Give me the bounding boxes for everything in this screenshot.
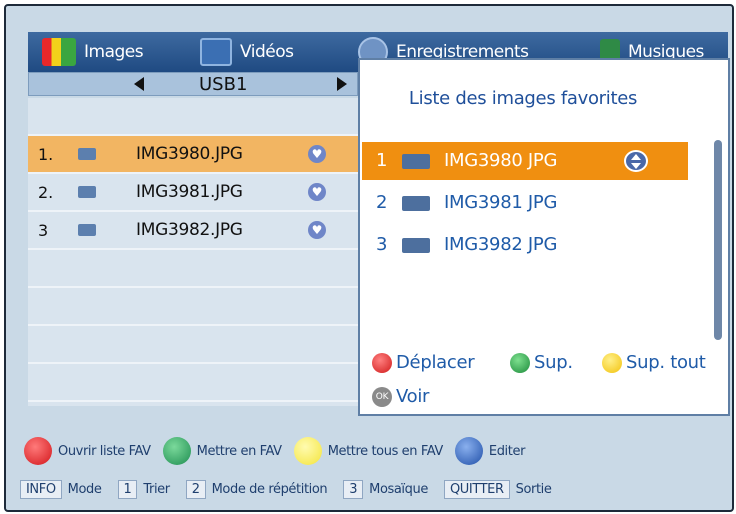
key-3: 3 xyxy=(343,479,364,499)
view-label: Voir xyxy=(396,386,430,407)
file-row-empty xyxy=(28,98,358,136)
key-info-label: Mode xyxy=(67,481,102,497)
tab-videos-label: Vidéos xyxy=(240,42,294,62)
legend-red-label: Ouvrir liste FAV xyxy=(58,443,151,459)
source-selector[interactable]: USB1 xyxy=(28,72,358,96)
move-updown-icon xyxy=(624,150,648,172)
file-row-empty xyxy=(28,250,358,288)
file-name: IMG3982.JPG xyxy=(136,220,243,240)
favorite-name: IMG3981 JPG xyxy=(444,192,558,213)
file-row-empty xyxy=(28,288,358,326)
tab-images-label: Images xyxy=(84,42,144,62)
favorite-name: IMG3980 JPG xyxy=(444,150,558,171)
color-key-legend: Ouvrir liste FAV Mettre en FAV Mettre to… xyxy=(20,434,732,468)
folder-icon xyxy=(402,154,430,169)
favorite-item[interactable]: 1 IMG3980 JPG xyxy=(362,142,688,180)
favorite-heart-icon: ♥ xyxy=(308,145,326,163)
favorite-heart-icon: ♥ xyxy=(308,221,326,239)
file-name: IMG3981.JPG xyxy=(136,182,243,202)
file-row[interactable]: 2. IMG3981.JPG ♥ xyxy=(28,174,358,212)
popup-title: Liste des images favorites xyxy=(408,88,638,109)
delete-all-action[interactable]: Sup. tout xyxy=(602,352,706,373)
file-number: 2. xyxy=(38,183,54,202)
key-info: INFO xyxy=(20,479,62,499)
move-label: Déplacer xyxy=(396,352,475,373)
folder-icon xyxy=(78,148,96,160)
favorites-popup: Liste des images favorites 1 IMG3980 JPG… xyxy=(358,58,730,416)
red-button-icon xyxy=(24,437,52,465)
ok-button-icon: OK xyxy=(372,386,392,407)
view-action[interactable]: OK Voir xyxy=(372,386,429,407)
tab-videos[interactable]: Vidéos xyxy=(200,32,294,72)
delete-label: Sup. xyxy=(534,352,573,373)
green-button-icon xyxy=(510,352,530,373)
file-name: IMG3980.JPG xyxy=(136,144,243,164)
yellow-button-icon xyxy=(602,352,622,373)
favorite-heart-icon: ♥ xyxy=(308,183,326,201)
folder-icon xyxy=(78,224,96,236)
key-2-label: Mode de répétition xyxy=(211,481,328,497)
remote-key-legend: INFO Mode 1 Trier 2 Mode de répétition 3… xyxy=(20,476,732,502)
file-number: 3 xyxy=(38,221,49,240)
file-row[interactable]: 3 IMG3982.JPG ♥ xyxy=(28,212,358,250)
favorite-item[interactable]: 3 IMG3982 JPG xyxy=(362,226,688,264)
delete-all-label: Sup. tout xyxy=(626,352,706,373)
legend-blue-label: Editer xyxy=(488,443,526,459)
arrow-left-icon[interactable] xyxy=(134,77,144,91)
videos-icon xyxy=(200,38,232,66)
images-icon xyxy=(42,38,76,66)
popup-scrollbar[interactable] xyxy=(714,140,722,340)
source-label: USB1 xyxy=(199,74,248,95)
folder-icon xyxy=(78,186,96,198)
key-quit-label: Sortie xyxy=(515,481,552,497)
key-1: 1 xyxy=(117,479,138,499)
folder-icon xyxy=(402,238,430,253)
favorite-item[interactable]: 2 IMG3981 JPG xyxy=(362,184,688,222)
key-3-label: Mosaïque xyxy=(369,481,428,497)
arrow-right-icon[interactable] xyxy=(337,77,347,91)
key-2: 2 xyxy=(185,479,206,499)
folder-icon xyxy=(402,196,430,211)
red-button-icon xyxy=(372,352,392,373)
favorite-number: 2 xyxy=(376,192,388,213)
blue-button-icon xyxy=(454,437,483,465)
favorite-number: 3 xyxy=(376,234,388,255)
favorite-number: 1 xyxy=(376,150,388,171)
favorite-name: IMG3982 JPG xyxy=(444,234,558,255)
file-list: 1. IMG3980.JPG ♥ 2. IMG3981.JPG ♥ 3 IMG3… xyxy=(28,98,358,406)
file-row[interactable]: 1. IMG3980.JPG ♥ xyxy=(28,136,358,174)
file-row-empty xyxy=(28,364,358,402)
file-row-empty xyxy=(28,326,358,364)
legend-yellow-label: Mettre tous en FAV xyxy=(327,443,444,459)
delete-action[interactable]: Sup. xyxy=(510,352,573,373)
tv-screen: Images Vidéos Enregistrements Musiques U… xyxy=(4,4,734,512)
file-number: 1. xyxy=(38,145,54,164)
move-action[interactable]: Déplacer xyxy=(372,352,475,373)
key-quit: QUITTER xyxy=(443,479,510,499)
yellow-button-icon xyxy=(293,437,322,465)
key-1-label: Trier xyxy=(143,481,170,497)
tab-images[interactable]: Images xyxy=(42,32,144,72)
legend-green-label: Mettre en FAV xyxy=(196,443,282,459)
green-button-icon xyxy=(162,437,191,465)
